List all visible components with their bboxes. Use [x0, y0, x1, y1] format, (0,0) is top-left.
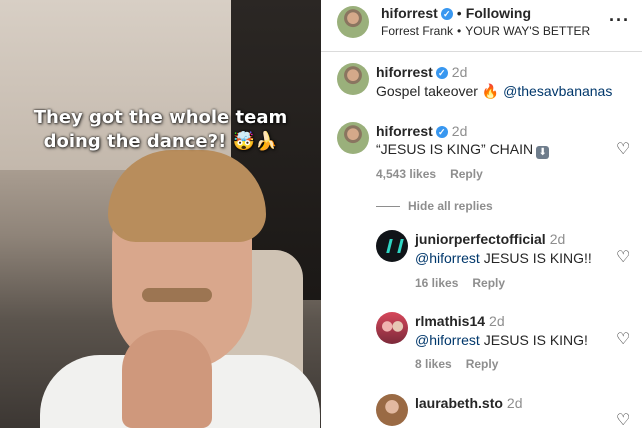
post-author-line: hiforrest ✓ • Following	[381, 5, 531, 21]
reply-reply-button[interactable]: Reply	[472, 276, 505, 290]
reply-actions: 8 likes Reply	[415, 357, 498, 371]
reply-time: 2d	[489, 313, 505, 329]
heart-icon[interactable]: ♡	[616, 142, 630, 158]
post-audio-line[interactable]: Forrest Frank • YOUR WAY'S BETTER	[381, 24, 590, 38]
reply-mention-link[interactable]: @hiforrest	[415, 250, 480, 266]
post-media[interactable]: They got the whole team doing the dance?…	[0, 0, 321, 428]
comment-avatar[interactable]	[337, 122, 369, 154]
heart-icon[interactable]: ♡	[616, 413, 630, 428]
verified-badge-icon: ✓	[435, 126, 448, 138]
reply-username[interactable]: laurabeth.sto	[415, 395, 503, 411]
comments-panel: hiforrest ✓ • Following Forrest Frank • YOUR …	[321, 0, 642, 428]
reply-username[interactable]: juniorperfectofficial	[415, 231, 546, 247]
reply-time: 2d	[506, 395, 523, 411]
reply-author-line: laurabeth.sto 2d	[415, 395, 522, 411]
comment-time: 2d	[451, 123, 468, 139]
following-button[interactable]: Following	[466, 5, 531, 21]
reply-author-line: juniorperfectofficial 2d	[415, 231, 565, 247]
post-author-avatar[interactable]	[337, 6, 369, 38]
heart-icon[interactable]: ♡	[616, 250, 630, 266]
comment-author-line: hiforrest ✓ 2d	[376, 64, 467, 80]
reply-avatar[interactable]	[376, 394, 408, 426]
comment-body: “JESUS IS KING” CHAIN	[376, 141, 534, 157]
verified-badge-icon: ✓	[435, 67, 448, 79]
reply-text: @hiforrest JESUS IS KING!!	[415, 250, 592, 266]
reply-username[interactable]: rlmathis14	[415, 313, 485, 329]
down-arrow-emoji-icon: ⬇	[536, 146, 550, 159]
heart-icon[interactable]: ♡	[616, 332, 630, 348]
comment-author-line: hiforrest ✓ 2d	[376, 123, 467, 139]
reply-time: 2d	[549, 231, 566, 247]
media-person-hand	[122, 330, 212, 428]
reply-mention-link[interactable]: @hiforrest	[415, 332, 480, 348]
reply-body: JESUS IS KING!!	[483, 250, 592, 266]
reply-text: @hiforrest JESUS IS KING!	[415, 332, 588, 348]
header-separator: •	[456, 5, 462, 21]
reply-likes-count[interactable]: 8 likes	[415, 357, 452, 371]
reply-actions: 16 likes Reply	[415, 276, 505, 290]
reply-reply-button[interactable]: Reply	[466, 357, 499, 371]
hide-replies-toggle[interactable]: Hide all replies	[376, 199, 493, 213]
comment-actions: 4,543 likes Reply	[376, 167, 483, 181]
reply-body: JESUS IS KING!	[483, 332, 588, 348]
comment-username[interactable]: hiforrest	[376, 64, 433, 80]
media-person-mustache	[142, 288, 212, 302]
reply-author-line: rlmathis14 2d	[415, 313, 505, 329]
comment-text: “JESUS IS KING” CHAIN ⬇	[376, 141, 550, 159]
more-options-icon[interactable]: ···	[609, 10, 630, 31]
reply-avatar[interactable]	[376, 230, 408, 262]
comment-avatar[interactable]	[337, 63, 369, 95]
post-author-username[interactable]: hiforrest	[381, 5, 438, 21]
comment-username[interactable]: hiforrest	[376, 123, 433, 139]
audio-separator: •	[457, 24, 462, 38]
reply-avatar[interactable]	[376, 312, 408, 344]
comment-mention-link[interactable]: @thesavbananas	[503, 83, 612, 99]
audio-artist: Forrest Frank	[381, 24, 454, 38]
media-caption: They got the whole team doing the dance?…	[33, 107, 288, 152]
comment-likes-count[interactable]: 4,543 likes	[376, 167, 436, 181]
reply-likes-count[interactable]: 16 likes	[415, 276, 458, 290]
hide-replies-label: Hide all replies	[408, 199, 493, 213]
comment-text: Gospel takeover 🔥 @thesavbananas	[376, 83, 612, 100]
media-person-hair	[108, 150, 266, 242]
replies-divider-line	[376, 206, 400, 208]
post-header: hiforrest ✓ • Following Forrest Frank • YOUR …	[321, 0, 642, 52]
comment-time: 2d	[451, 64, 468, 80]
audio-song: YOUR WAY'S BETTER	[465, 24, 591, 38]
comment-reply-button[interactable]: Reply	[450, 167, 483, 181]
comment-body: Gospel takeover 🔥	[376, 83, 500, 99]
verified-badge-icon: ✓	[440, 8, 453, 20]
